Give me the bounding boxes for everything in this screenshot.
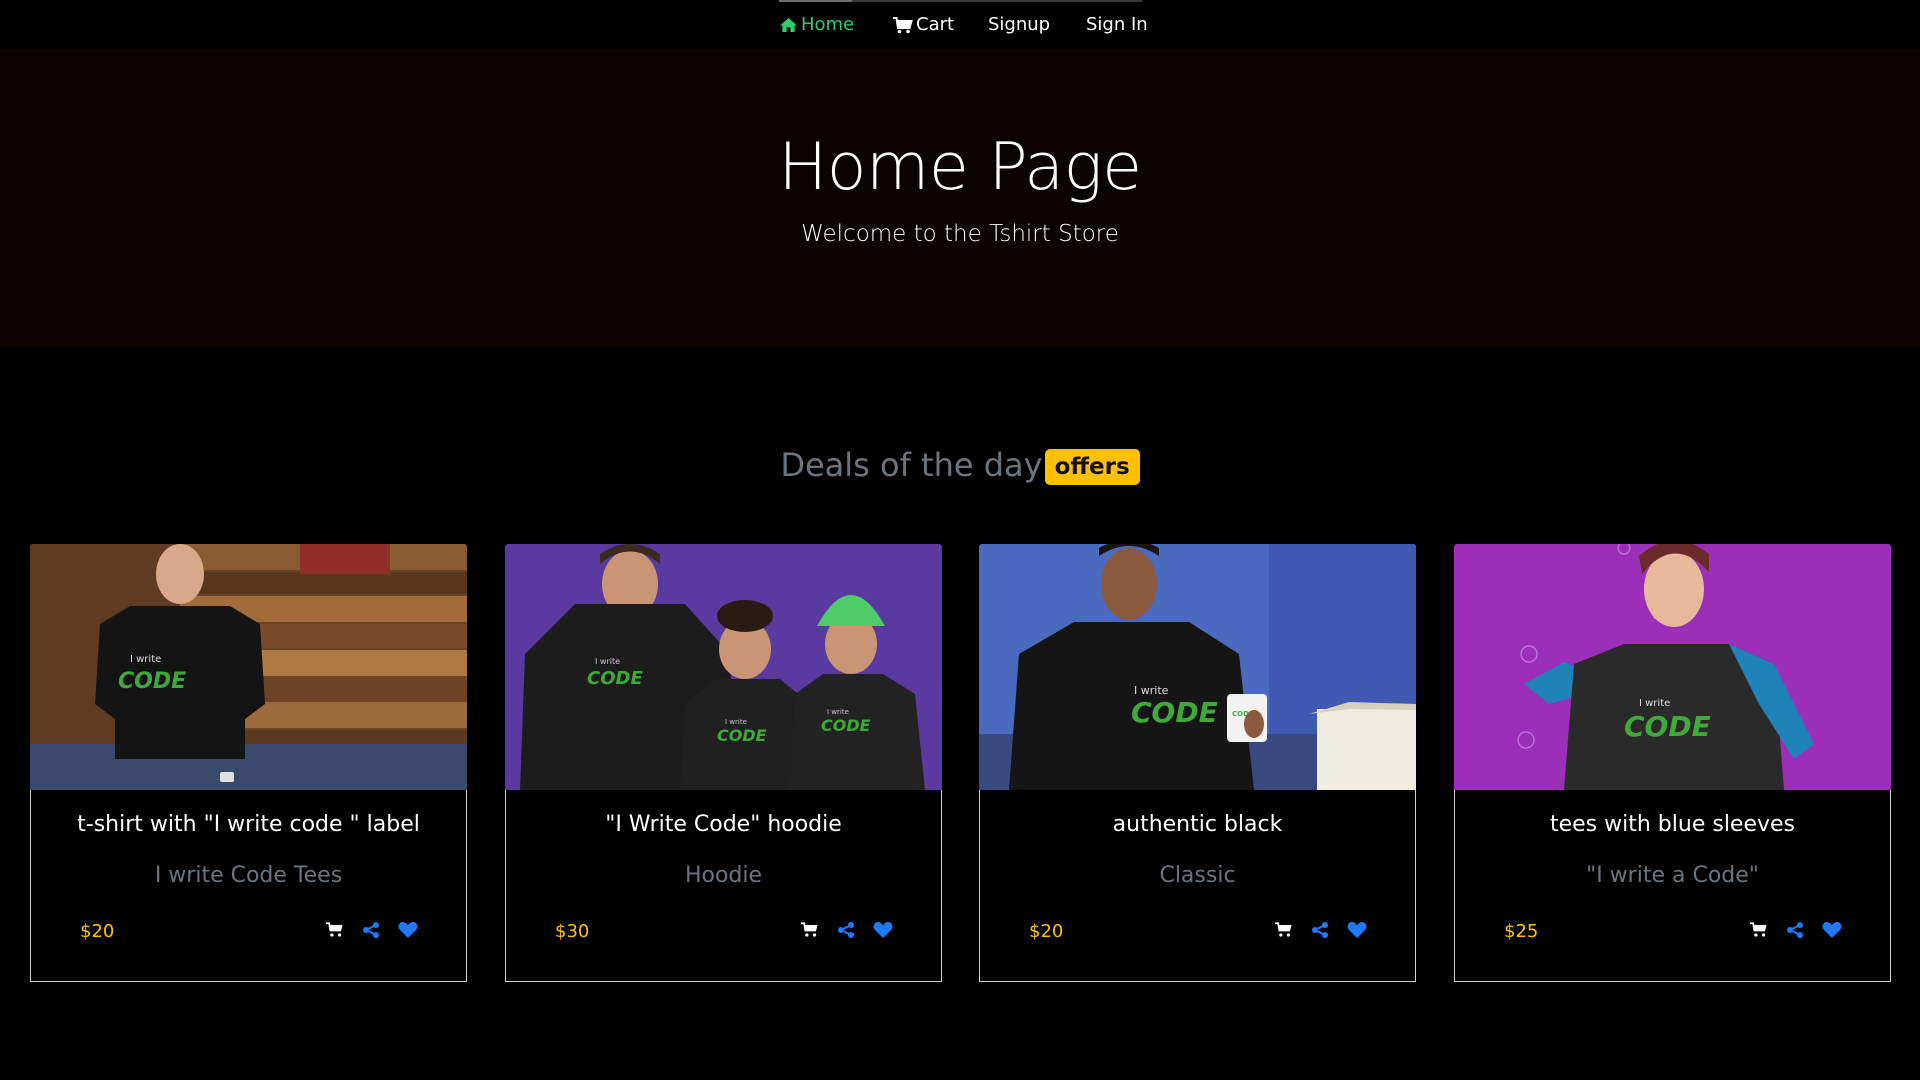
nav-item-cart[interactable]: Cart: [893, 13, 954, 37]
product-image: I write CODE: [1454, 544, 1891, 790]
product-card: I write CODE I write CODE I write CODE "…: [505, 544, 942, 982]
product-card-body: authentic black Classic $20: [979, 790, 1416, 982]
deals-heading-text: Deals of the day: [780, 446, 1043, 484]
svg-text:I write: I write: [1639, 698, 1670, 709]
cart-icon[interactable]: [801, 922, 819, 942]
product-price: $25: [1504, 921, 1539, 942]
svg-text:CODE: CODE: [717, 726, 767, 745]
nav-item-signup[interactable]: Signup: [988, 13, 1050, 37]
product-price: $20: [80, 921, 115, 942]
product-image: I write CODE CODE: [979, 544, 1416, 790]
product-subtitle: I write Code Tees: [154, 863, 343, 888]
product-actions: [1750, 920, 1842, 944]
product-actions: [326, 920, 418, 944]
share-icon[interactable]: [1786, 921, 1804, 943]
top-navbar: Home Cart Signup Sign In: [0, 0, 1920, 49]
product-title: "I Write Code" hoodie: [605, 812, 842, 837]
product-title: tees with blue sleeves: [1549, 812, 1796, 837]
home-icon: [779, 17, 798, 33]
nav-home-label: Home: [801, 14, 855, 35]
heart-icon[interactable]: [398, 921, 418, 943]
cart-icon[interactable]: [1275, 922, 1293, 942]
nav-active-indicator: [779, 0, 852, 2]
product-card: I write CODE CODE authentic black Classi…: [979, 544, 1416, 982]
share-icon[interactable]: [837, 921, 855, 943]
heart-icon[interactable]: [873, 921, 893, 943]
product-card-body: tees with blue sleeves "I write a Code" …: [1454, 790, 1891, 982]
product-image: I write CODE I write CODE I write CODE: [505, 544, 942, 790]
svg-text:I write: I write: [595, 657, 620, 666]
heart-icon[interactable]: [1347, 921, 1367, 943]
svg-text:CODE: CODE: [1624, 710, 1711, 743]
product-subtitle: "I write a Code": [1586, 863, 1759, 888]
cart-icon: [893, 16, 913, 34]
share-icon[interactable]: [1311, 921, 1329, 943]
nav-item-home[interactable]: Home: [779, 13, 854, 37]
cart-icon[interactable]: [1750, 922, 1768, 942]
page-title: Home Page: [778, 130, 1142, 205]
cart-icon[interactable]: [326, 922, 344, 942]
product-price: $30: [555, 921, 590, 942]
svg-text:I write: I write: [130, 654, 161, 665]
svg-text:CODE: CODE: [118, 669, 186, 694]
page-subtitle: Welcome to the Tshirt Store: [801, 221, 1119, 247]
product-title: authentic black: [1112, 812, 1283, 837]
product-price: $20: [1029, 921, 1064, 942]
product-subtitle: Classic: [1159, 863, 1236, 888]
product-card: I write CODE t-shirt with "I write code …: [30, 544, 467, 982]
product-actions: [1275, 920, 1367, 944]
product-title: t-shirt with "I write code " label: [77, 812, 420, 837]
svg-text:I write: I write: [827, 708, 849, 716]
deals-heading: Deals of the day offers: [0, 441, 1920, 489]
nav-item-signin[interactable]: Sign In: [1086, 13, 1148, 37]
product-actions: [801, 920, 893, 944]
share-icon[interactable]: [362, 921, 380, 943]
offers-badge: offers: [1044, 449, 1140, 485]
product-image: I write CODE: [30, 544, 467, 790]
nav-cart-label: Cart: [916, 14, 955, 35]
heart-icon[interactable]: [1822, 921, 1842, 943]
product-card-body: t-shirt with "I write code " label I wri…: [30, 790, 467, 982]
svg-text:I write: I write: [725, 718, 747, 726]
product-card-body: "I Write Code" hoodie Hoodie $30: [505, 790, 942, 982]
svg-text:CODE: CODE: [1131, 696, 1218, 729]
svg-text:CODE: CODE: [821, 716, 871, 735]
nav-signup-label: Signup: [988, 14, 1051, 35]
product-card: I write CODE tees with blue sleeves "I w…: [1454, 544, 1891, 982]
hero-banner: Home Page Welcome to the Tshirt Store: [0, 49, 1920, 347]
nav-signin-label: Sign In: [1086, 14, 1148, 35]
product-subtitle: Hoodie: [684, 863, 763, 888]
svg-text:CODE: CODE: [587, 668, 643, 689]
